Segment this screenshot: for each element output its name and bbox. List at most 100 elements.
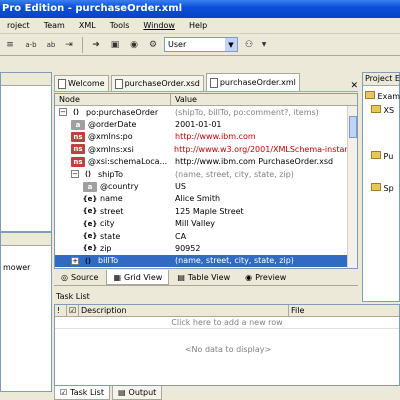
ab2-button[interactable]: ab [44,37,58,53]
value-cell[interactable]: (name, street, city, state, zip) [171,256,294,265]
node-name: street [100,206,124,216]
toolbar: ≡ a-b ab ⇥ ➜ ▣ ◉ ⚙ User ▼ ⚇ ▼ [0,34,400,56]
grid-rows: − ⟨⟩ po:purchaseOrder (shipTo, billTo, po:c… [55,106,357,268]
value-cell[interactable]: US [171,182,186,191]
value-cell[interactable]: http://www.ibm.com [171,132,256,141]
node-name: @xmlns:po [88,132,133,142]
user-dropdown-value: User [168,40,187,49]
value-cell[interactable]: 125 Maple Street [171,207,244,216]
node-name: zip [100,243,112,253]
left-panel-item[interactable]: mower [3,263,30,272]
add-row-prompt[interactable]: Click here to add a new row [55,317,399,329]
grid-row[interactable]: {e} street 125 Maple Street [55,205,357,217]
node-name: po:purchaseOrder [86,107,159,117]
tab-task-list[interactable]: ☑ Task List [54,386,110,400]
value-cell[interactable]: 90952 [171,244,200,253]
value-cell[interactable]: Alice Smith [171,194,220,203]
value-cell[interactable]: Mill Valley [171,219,215,228]
tree-item[interactable]: Sp [371,183,394,193]
column-header-file[interactable]: File [289,305,399,316]
tab-purchaseorder-xsd[interactable]: purchaseOrder.xsd [110,75,204,91]
tree-item[interactable]: XS [371,105,394,115]
attribute-icon: a [71,119,85,130]
grid-row[interactable]: + ⟨⟩ billTo (name, street, city, state, zip… [55,254,357,268]
element-icon: ⟨⟩ [72,108,80,117]
grid-row[interactable]: {e} state CA [55,230,357,242]
column-header-description[interactable]: Description [79,305,289,316]
menu-xml[interactable]: XML [72,21,103,30]
tab-label: Table View [187,273,231,282]
grid-row[interactable]: ns @xsi:schemaLoca... http://www.ibm.com P… [55,156,357,168]
value-cell[interactable]: (shipTo, billTo, po:comment?, items) [171,108,319,117]
chevron-down-icon[interactable]: ▼ [225,38,237,51]
grid-row[interactable]: {e} city Mill Valley [55,218,357,230]
tab-label: Output [128,388,157,397]
xml-grid-view[interactable]: Node Value − ⟨⟩ po:purchaseOrder (shipTo, b… [54,93,358,269]
preview-icon: ◉ [245,273,253,282]
value-cell[interactable]: http://www.w3.org/2001/XMLSchema-instanc… [170,145,357,154]
column-header-node[interactable]: Node [55,94,171,105]
tree-item[interactable]: Exam [365,91,400,101]
record-icon[interactable]: ◉ [126,37,142,53]
tab-table-view[interactable]: ▤ Table View [170,270,237,285]
node-name: shipTo [98,169,123,179]
grid-row[interactable]: {e} name Alice Smith [55,193,357,205]
menu-tools[interactable]: Tools [103,21,137,30]
build-icon[interactable]: ⚙ [145,37,161,53]
node-cell: {e} zip [55,243,171,253]
tab-purchaseorder-xml[interactable]: purchaseOrder.xml [205,73,300,91]
ab-button[interactable]: a-b [21,37,41,53]
panel-header [1,73,51,86]
menu-team[interactable]: Team [37,21,72,30]
tree-label: XS [383,106,395,115]
network-icon[interactable]: ⚇ [241,37,257,53]
value-cell[interactable]: 2001-01-01 [171,120,222,129]
grid-row[interactable]: − ⟨⟩ shipTo (name, street, city, state, zip… [55,168,357,180]
node-name: @xmlns:xsi [88,144,134,154]
value-cell[interactable]: http://www.ibm.com PurchaseOrder.xsd [171,157,333,166]
task-list-panel: ! ☑ Description File Click here to add a… [54,304,400,386]
grid-row[interactable]: a @orderDate 2001-01-01 [55,118,357,130]
indent-icon[interactable]: ⇥ [61,37,77,53]
tab-grid-view[interactable]: ▦ Grid View [106,270,170,285]
tab-source[interactable]: ◎ Source [54,270,105,285]
node-cell: {e} city [55,219,171,229]
menu-project[interactable]: roject [0,21,37,30]
column-header-priority[interactable]: ! [55,305,67,316]
tab-preview[interactable]: ◉ Preview [238,270,293,285]
align-left-icon[interactable]: ≡ [2,37,18,53]
vertical-scrollbar[interactable] [347,106,357,268]
tree-item[interactable]: Pu [371,151,393,161]
arrow-icon[interactable]: ➜ [88,37,104,53]
grid-row[interactable]: {e} zip 90952 [55,242,357,254]
left-panel-bottom: mower [0,232,52,392]
menu-window[interactable]: Window [136,21,182,30]
tab-output[interactable]: ▤ Output [111,386,163,400]
tab-label: Preview [255,273,287,282]
window-title-bar[interactable]: Pro Edition - purchaseOrder.xml [0,0,400,18]
expand-icon[interactable]: + [71,256,79,265]
document-icon [114,78,123,89]
tab-label: purchaseOrder.xsd [124,79,200,88]
attribute-icon: a [83,181,97,192]
menu-help[interactable]: Help [182,21,214,30]
run-icon[interactable]: ▣ [107,37,123,53]
chevron-down-icon[interactable]: ▼ [260,37,268,53]
grid-row[interactable]: ns @xmlns:po http://www.ibm.com [55,131,357,143]
panel-header [1,233,51,246]
tab-welcome[interactable]: Welcome [54,75,109,91]
tree-label: Exam [377,92,400,101]
grid-row[interactable]: ns @xmlns:xsi http://www.w3.org/2001/XMLSc… [55,143,357,155]
close-icon[interactable]: ✕ [350,81,358,91]
checkbox-icon[interactable]: ☑ [67,305,79,316]
value-cell[interactable]: CA [171,232,186,241]
grid-row[interactable]: a @country US [55,180,357,192]
grid-row[interactable]: − ⟨⟩ po:purchaseOrder (shipTo, billTo, po:c… [55,106,357,118]
collapse-icon[interactable]: − [71,170,79,179]
document-icon [58,78,66,89]
user-dropdown[interactable]: User ▼ [164,37,238,52]
collapse-icon[interactable]: − [59,108,67,117]
scrollbar-thumb[interactable] [349,116,357,138]
column-header-value[interactable]: Value [171,94,357,105]
value-cell[interactable]: (name, street, city, state, zip) [171,170,294,179]
